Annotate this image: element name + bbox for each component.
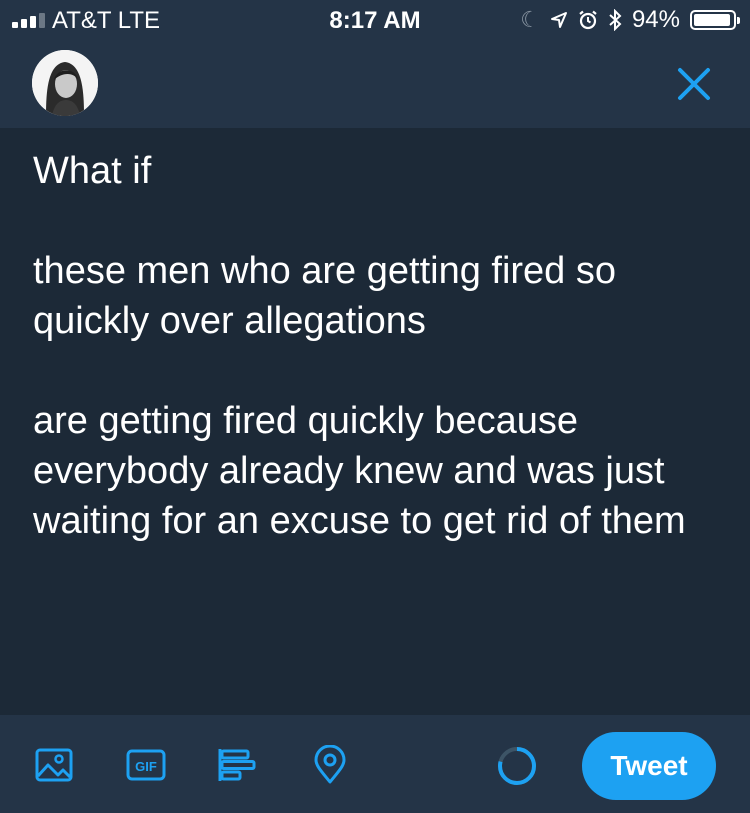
poll-icon[interactable] xyxy=(216,745,256,785)
tweet-text-line: are getting fired quickly because everyb… xyxy=(33,400,686,542)
battery-percent: 94% xyxy=(631,6,680,33)
close-icon[interactable] xyxy=(674,64,714,104)
gif-icon[interactable]: GIF xyxy=(126,745,166,785)
location-icon xyxy=(550,12,567,28)
image-icon[interactable] xyxy=(34,745,74,785)
compose-tweet-screen: AT&T LTE 8:17 AM ☾ 94% What if these men… xyxy=(0,0,750,813)
avatar-image xyxy=(32,50,98,116)
status-bar: AT&T LTE 8:17 AM ☾ 94% xyxy=(0,0,750,42)
moon-icon: ☾ xyxy=(520,7,540,32)
tweet-text-line: What if xyxy=(33,150,152,192)
alarm-icon xyxy=(579,10,597,30)
compose-header xyxy=(0,42,750,128)
bluetooth-icon xyxy=(609,9,622,31)
status-indicators: ☾ 94% xyxy=(520,6,740,34)
battery-icon xyxy=(690,10,740,30)
tweet-text-line: these men who are getting fired so quick… xyxy=(33,250,617,342)
gif-label: GIF xyxy=(135,759,157,774)
location-pin-icon[interactable] xyxy=(310,745,350,785)
tweet-button[interactable]: Tweet xyxy=(582,732,716,800)
compose-toolbar: GIF Tweet xyxy=(0,715,750,813)
character-count-ring xyxy=(498,747,536,785)
tweet-composer[interactable]: What if these men who are getting fired … xyxy=(33,146,723,546)
profile-avatar[interactable] xyxy=(32,50,98,116)
